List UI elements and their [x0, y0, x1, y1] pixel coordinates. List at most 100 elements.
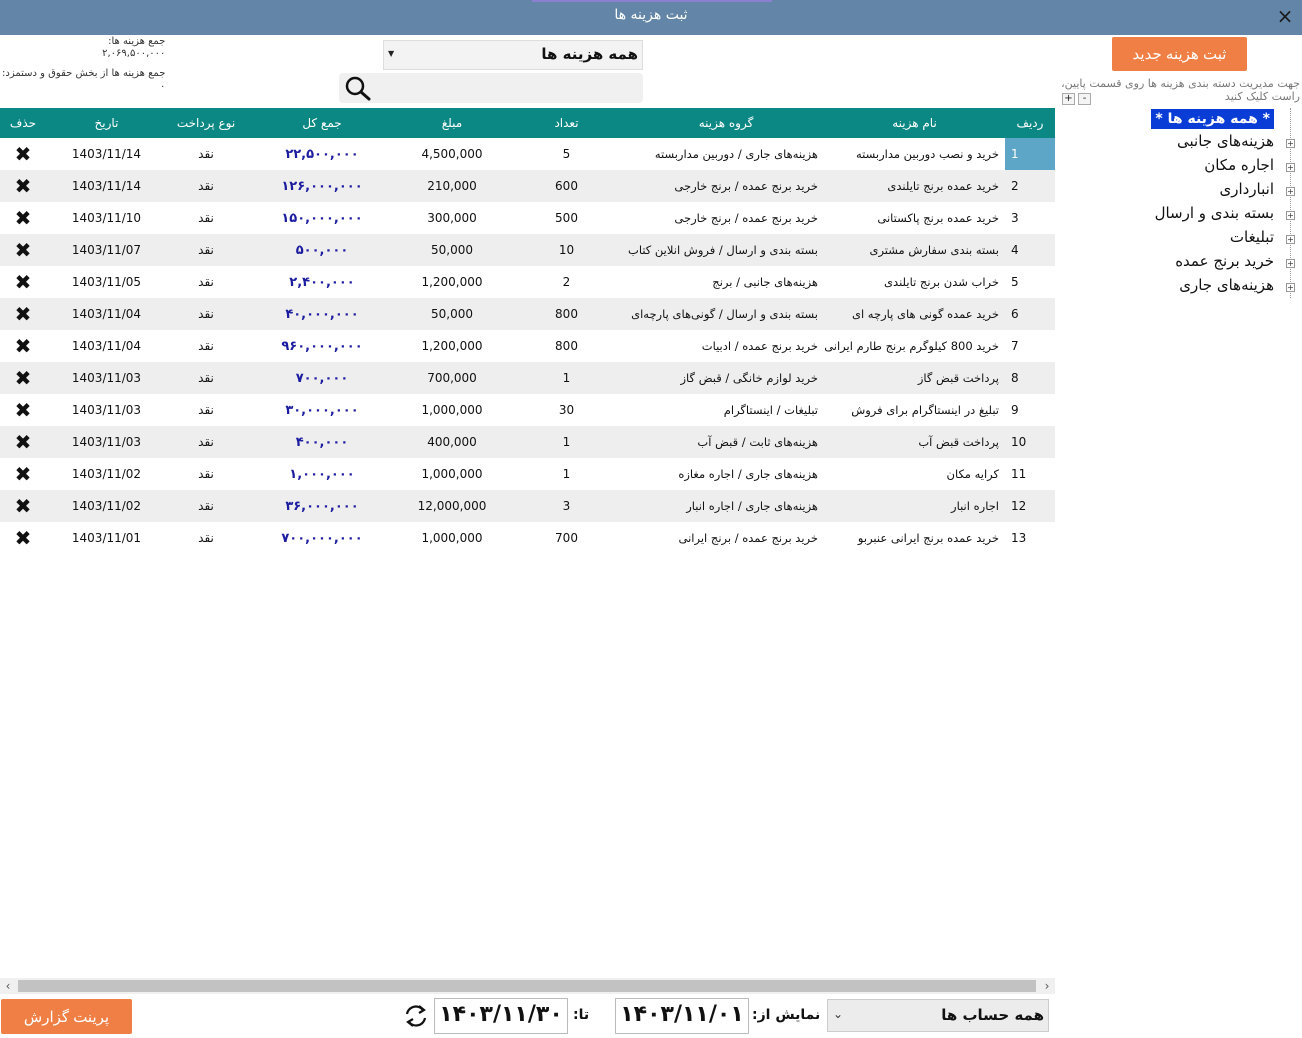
search-box: [339, 73, 643, 103]
total-label: جمع هزینه ها:: [108, 36, 166, 47]
delete-icon[interactable]: ✖: [0, 298, 46, 330]
cell-payment: نقد: [167, 362, 245, 394]
scroll-left-icon[interactable]: ‹: [0, 978, 16, 994]
header-index[interactable]: ردیف: [1005, 108, 1055, 138]
header-group[interactable]: گروه هزینه: [628, 108, 824, 138]
close-icon[interactable]: ×: [1274, 5, 1296, 27]
cell-count: 3: [505, 490, 628, 522]
tree-root[interactable]: * همه هزینه ها *: [1094, 108, 1294, 132]
table-row[interactable]: ✖ 1403/11/03 نقد ۳۰,۰۰۰,۰۰۰ 1,000,000 30 تبلیغ…: [0, 394, 1055, 426]
delete-icon[interactable]: ✖: [0, 362, 46, 394]
delete-icon[interactable]: ✖: [0, 522, 46, 554]
cell-amount: 210,000: [399, 170, 505, 202]
tree-expand-icon[interactable]: +: [1286, 211, 1295, 220]
cell-group: بسته بندی و ارسال / گونی‌های پارچه‌ای: [628, 298, 824, 330]
table-row[interactable]: ✖ 1403/11/04 نقد ۴۰,۰۰۰,۰۰۰ 50,000 800 بسته بن…: [0, 298, 1055, 330]
tree-item-label: تبلیغات: [1229, 228, 1274, 246]
horizontal-scrollbar[interactable]: ‹ ›: [0, 978, 1055, 994]
cell-payment: نقد: [167, 330, 245, 362]
delete-icon[interactable]: ✖: [0, 266, 46, 298]
delete-icon[interactable]: ✖: [0, 138, 46, 170]
delete-icon[interactable]: ✖: [0, 330, 46, 362]
cell-count: 800: [505, 330, 628, 362]
cell-group: هزینه‌های جانبی / برنج: [628, 266, 824, 298]
expense-group-value: همه هزینه ها: [541, 45, 638, 63]
tree-item[interactable]: + بسته بندی و ارسال: [1094, 204, 1295, 228]
cell-date: 1403/11/03: [46, 394, 167, 426]
tree-expand-icon[interactable]: +: [1286, 259, 1295, 268]
table-row[interactable]: ✖ 1403/11/02 نقد ۱,۰۰۰,۰۰۰ 1,000,000 1 هزینه‌ه…: [0, 458, 1055, 490]
table-row[interactable]: ✖ 1403/11/04 نقد ۹۶۰,۰۰۰,۰۰۰ 1,200,000 800 خری…: [0, 330, 1055, 362]
tree-item[interactable]: + تبلیغات: [1094, 228, 1295, 252]
cell-group: هزینه‌های جاری / اجاره مغازه: [628, 458, 824, 490]
delete-icon[interactable]: ✖: [0, 202, 46, 234]
search-input[interactable]: [379, 76, 637, 100]
tree-expand-icon[interactable]: +: [1286, 235, 1295, 244]
title-accent: [532, 0, 772, 2]
table-row[interactable]: ✖ 1403/11/05 نقد ۲,۴۰۰,۰۰۰ 1,200,000 2 هزینه‌ه…: [0, 266, 1055, 298]
tree-item-label: اجاره مکان: [1204, 156, 1274, 174]
cell-name: پرداخت قبض گاز: [824, 362, 1005, 394]
expense-group-select[interactable]: ▼ همه هزینه ها: [383, 40, 643, 70]
cell-total: ۳۰,۰۰۰,۰۰۰: [245, 394, 399, 426]
scroll-right-icon[interactable]: ›: [1039, 978, 1055, 994]
header-payment[interactable]: نوع پرداخت: [167, 108, 245, 138]
cell-date: 1403/11/02: [46, 458, 167, 490]
table-row[interactable]: ✖ 1403/11/02 نقد ۳۶,۰۰۰,۰۰۰ 12,000,000 3 هزینه…: [0, 490, 1055, 522]
tree-item[interactable]: + هزینه‌های جانبی: [1094, 132, 1295, 156]
cell-date: 1403/11/10: [46, 202, 167, 234]
cell-total: ۹۶۰,۰۰۰,۰۰۰: [245, 330, 399, 362]
header-name[interactable]: نام هزینه: [824, 108, 1005, 138]
cell-date: 1403/11/04: [46, 298, 167, 330]
expand-all-button[interactable]: +: [1062, 93, 1075, 105]
category-hint: جهت مدیریت دسته بندی هزینه ها روی قسمت پ…: [1061, 77, 1300, 103]
collapse-all-button[interactable]: -: [1078, 93, 1091, 105]
table-row[interactable]: ✖ 1403/11/03 نقد ۴۰۰,۰۰۰ 400,000 1 هزینه‌های ث…: [0, 426, 1055, 458]
tree-item[interactable]: + انبارداری: [1094, 180, 1295, 204]
header-count[interactable]: تعداد: [505, 108, 628, 138]
header-total[interactable]: جمع کل: [245, 108, 399, 138]
from-date-input[interactable]: ۱۴۰۳/۱۱/۰۱: [615, 998, 749, 1034]
refresh-icon[interactable]: [402, 1002, 430, 1030]
delete-icon[interactable]: ✖: [0, 234, 46, 266]
tree-item[interactable]: + هزینه‌های جاری: [1094, 276, 1295, 300]
cell-name: خرید عمده برنج پاکستانی: [824, 202, 1005, 234]
delete-icon[interactable]: ✖: [0, 490, 46, 522]
search-icon[interactable]: [343, 75, 373, 101]
cell-index: 5: [1005, 266, 1055, 298]
tree-expand-icon[interactable]: +: [1286, 187, 1295, 196]
tree-root-label: * همه هزینه ها *: [1151, 109, 1274, 129]
delete-icon[interactable]: ✖: [0, 394, 46, 426]
account-select[interactable]: ⌄ همه حساب ها: [827, 999, 1049, 1032]
table-row[interactable]: ✖ 1403/11/01 نقد ۷۰۰,۰۰۰,۰۰۰ 1,000,000 700 خری…: [0, 522, 1055, 554]
expense-window: ثبت هزینه ها × جمع هزینه ها: ۲,۰۶۹,۵۰۰,۰…: [0, 0, 1302, 1038]
to-date-input[interactable]: ۱۴۰۳/۱۱/۳۰: [434, 998, 568, 1034]
table-row[interactable]: ✖ 1403/11/14 نقد ۱۲۶,۰۰۰,۰۰۰ 210,000 600 خرید …: [0, 170, 1055, 202]
cell-group: خرید لوازم خانگی / قبض گاز: [628, 362, 824, 394]
tree-item[interactable]: + اجاره مکان: [1094, 156, 1295, 180]
print-report-button[interactable]: پرینت گزارش: [1, 999, 132, 1034]
tree-expand-icon[interactable]: +: [1286, 163, 1295, 172]
table-row[interactable]: ✖ 1403/11/14 نقد ۲۲,۵۰۰,۰۰۰ 4,500,000 5 هزینه‌…: [0, 138, 1055, 170]
cell-payment: نقد: [167, 458, 245, 490]
header-date[interactable]: تاریخ: [46, 108, 167, 138]
cell-count: 1: [505, 426, 628, 458]
tree-item-label: انبارداری: [1219, 180, 1274, 198]
cell-total: ۷۰۰,۰۰۰,۰۰۰: [245, 522, 399, 554]
tree-expand-icon[interactable]: +: [1286, 139, 1295, 148]
delete-icon[interactable]: ✖: [0, 170, 46, 202]
tree-item[interactable]: + خرید برنج عمده: [1094, 252, 1295, 276]
scrollbar-thumb[interactable]: [18, 980, 1036, 992]
cell-amount: 12,000,000: [399, 490, 505, 522]
table-row[interactable]: ✖ 1403/11/07 نقد ۵۰۰,۰۰۰ 50,000 10 بسته بندی و…: [0, 234, 1055, 266]
table-row[interactable]: ✖ 1403/11/10 نقد ۱۵۰,۰۰۰,۰۰۰ 300,000 500 خرید …: [0, 202, 1055, 234]
table-row[interactable]: ✖ 1403/11/03 نقد ۷۰۰,۰۰۰ 700,000 1 خرید لوازم …: [0, 362, 1055, 394]
delete-icon[interactable]: ✖: [0, 426, 46, 458]
tree-item-label: بسته بندی و ارسال: [1154, 204, 1274, 222]
header-amount[interactable]: مبلغ: [399, 108, 505, 138]
cell-amount: 50,000: [399, 234, 505, 266]
tree-expand-icon[interactable]: +: [1286, 283, 1295, 292]
cell-total: ۴۰,۰۰۰,۰۰۰: [245, 298, 399, 330]
delete-icon[interactable]: ✖: [0, 458, 46, 490]
new-expense-button[interactable]: ثبت هزینه جدید: [1112, 37, 1247, 71]
